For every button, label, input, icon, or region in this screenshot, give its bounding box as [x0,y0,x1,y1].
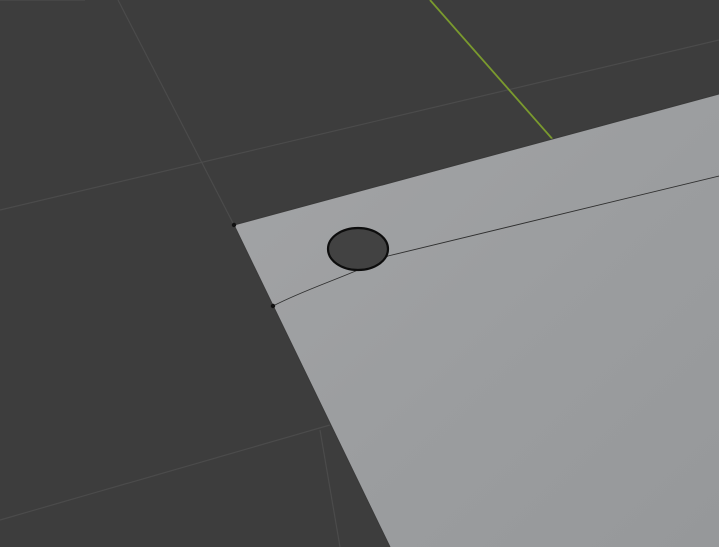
viewport-canvas[interactable] [0,0,719,547]
circular-hole[interactable] [326,226,390,272]
vertex-bevel-start[interactable] [270,303,276,309]
3d-viewport[interactable] [0,0,719,547]
vertex-corner[interactable] [231,222,237,228]
